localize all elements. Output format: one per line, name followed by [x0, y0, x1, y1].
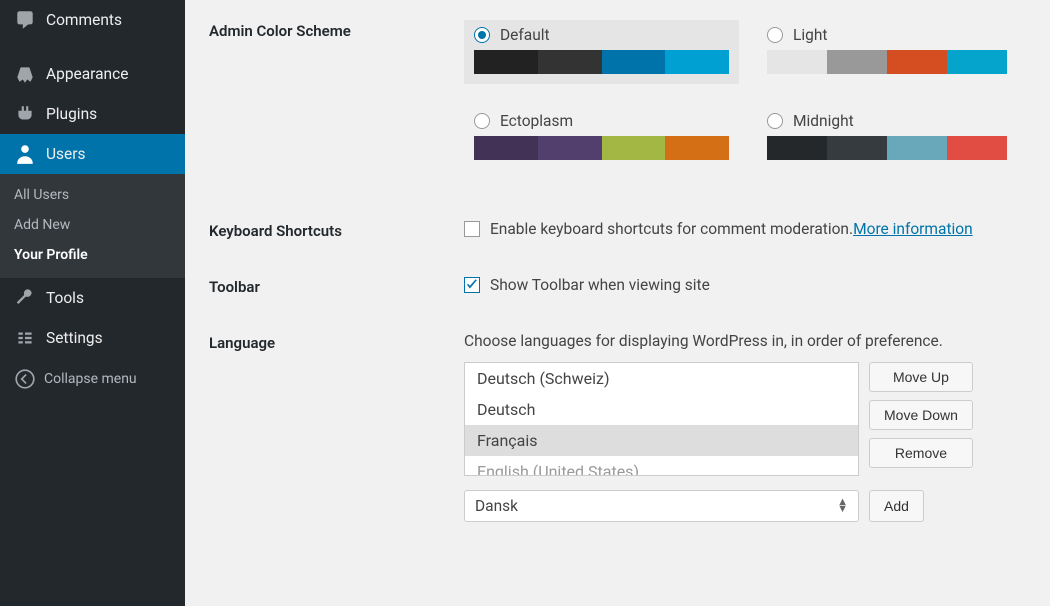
admin-sidebar: Comments Appearance Plugins Users All Us…: [0, 0, 185, 606]
sidebar-item-label: Plugins: [46, 105, 97, 123]
color-scheme-label: Light: [793, 26, 827, 44]
plugins-icon: [14, 103, 36, 125]
language-desc: Choose languages for displaying WordPres…: [464, 332, 1028, 350]
list-item[interactable]: Deutsch (Schweiz): [465, 363, 858, 394]
language-select[interactable]: Dansk ▲▼: [464, 490, 859, 522]
list-item[interactable]: English (United States): [465, 456, 858, 476]
collapse-label: Collapse menu: [44, 371, 137, 387]
users-icon: [14, 143, 36, 165]
add-button[interactable]: Add: [869, 490, 924, 522]
color-scheme-label: Ectoplasm: [500, 112, 573, 130]
label-color-scheme: Admin Color Scheme: [209, 20, 464, 170]
color-scheme-option[interactable]: Ectoplasm: [464, 106, 739, 170]
toolbar-text: Show Toolbar when viewing site: [490, 276, 710, 294]
color-scheme-option[interactable]: Default: [464, 20, 739, 84]
label-toolbar: Toolbar: [209, 276, 464, 296]
color-scheme-label: Midnight: [793, 112, 854, 130]
keyboard-text: Enable keyboard shortcuts for comment mo…: [490, 220, 853, 238]
settings-icon: [14, 327, 36, 349]
comments-icon: [14, 9, 36, 31]
color-scheme-option[interactable]: Midnight: [757, 106, 1017, 170]
submenu-add-new[interactable]: Add New: [0, 210, 185, 240]
sidebar-item-label: Users: [46, 145, 86, 163]
sidebar-item-plugins[interactable]: Plugins: [0, 94, 185, 134]
remove-button[interactable]: Remove: [869, 438, 973, 468]
label-keyboard: Keyboard Shortcuts: [209, 220, 464, 240]
collapse-menu[interactable]: Collapse menu: [0, 358, 185, 400]
move-up-button[interactable]: Move Up: [869, 362, 973, 392]
sidebar-item-appearance[interactable]: Appearance: [0, 54, 185, 94]
sidebar-item-users[interactable]: Users: [0, 134, 185, 174]
language-listbox[interactable]: Deutsch (Schweiz) Deutsch Français Engli…: [464, 362, 859, 476]
sidebar-item-comments[interactable]: Comments: [0, 0, 185, 40]
sidebar-item-label: Comments: [46, 11, 122, 29]
select-value: Dansk: [475, 497, 518, 515]
main-content: Admin Color Scheme Default Light Ectoplasm…: [185, 0, 1050, 606]
sidebar-item-label: Tools: [46, 289, 84, 307]
keyboard-more-info-link[interactable]: More information: [853, 220, 973, 238]
color-scheme-radio[interactable]: [767, 113, 783, 129]
select-stepper-icon: ▲▼: [837, 499, 848, 513]
color-swatches: [474, 50, 729, 74]
sidebar-item-label: Settings: [46, 329, 103, 347]
color-swatches: [767, 50, 1007, 74]
color-scheme-option[interactable]: Light: [757, 20, 1017, 84]
color-swatches: [767, 136, 1007, 160]
appearance-icon: [14, 63, 36, 85]
tools-icon: [14, 287, 36, 309]
color-scheme-radio[interactable]: [474, 113, 490, 129]
list-item[interactable]: Français: [465, 425, 858, 456]
move-down-button[interactable]: Move Down: [869, 400, 973, 430]
toolbar-checkbox[interactable]: [464, 277, 480, 293]
submenu-your-profile[interactable]: Your Profile: [0, 240, 185, 270]
submenu-all-users[interactable]: All Users: [0, 180, 185, 210]
color-scheme-label: Default: [500, 26, 550, 44]
collapse-icon: [14, 368, 36, 390]
color-scheme-radio[interactable]: [767, 27, 783, 43]
sidebar-item-label: Appearance: [46, 65, 128, 83]
sidebar-item-tools[interactable]: Tools: [0, 278, 185, 318]
sidebar-item-settings[interactable]: Settings: [0, 318, 185, 358]
color-scheme-radio[interactable]: [474, 27, 490, 43]
label-language: Language: [209, 332, 464, 522]
users-submenu: All Users Add New Your Profile: [0, 174, 185, 278]
list-item[interactable]: Deutsch: [465, 394, 858, 425]
color-swatches: [474, 136, 729, 160]
keyboard-shortcut-checkbox[interactable]: [464, 221, 480, 237]
